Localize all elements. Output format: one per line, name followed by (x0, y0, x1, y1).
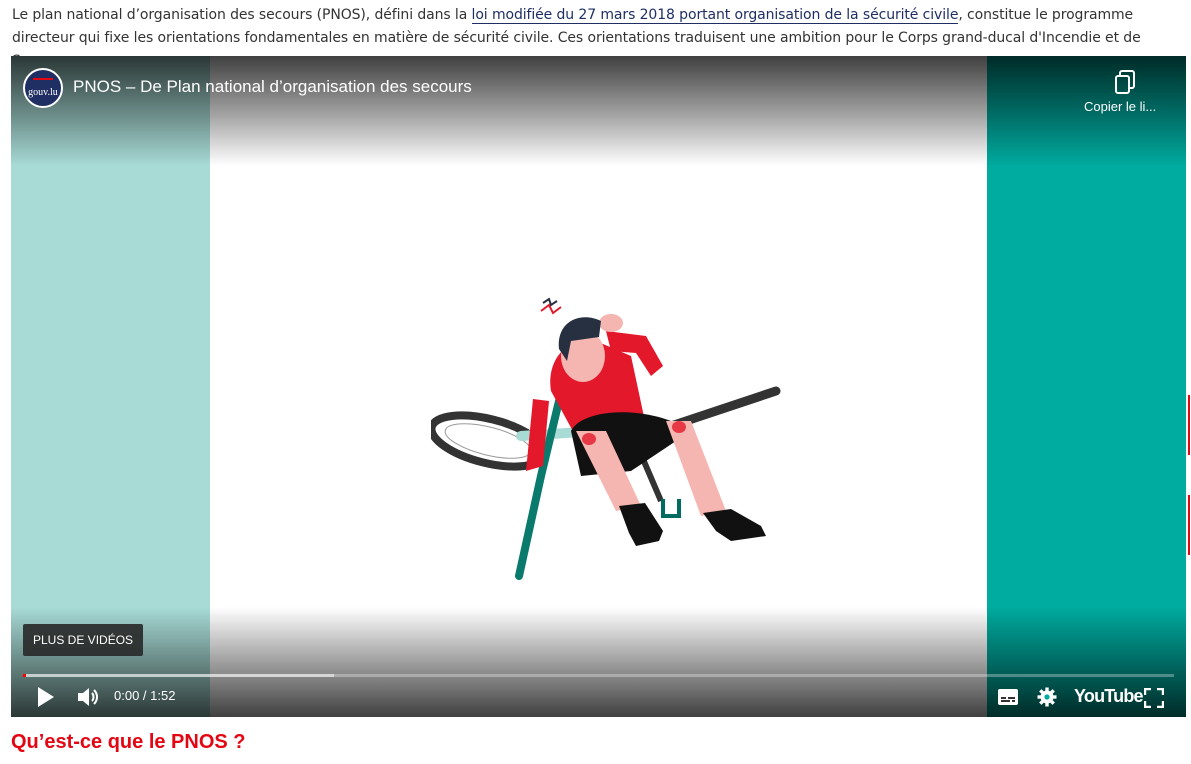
settings-icon[interactable] (1037, 687, 1057, 707)
video-title[interactable]: PNOS – De Plan national d’organisation d… (73, 77, 472, 97)
time-display: 0:00 / 1:52 (114, 688, 176, 703)
youtube-logo[interactable]: YouTube (1074, 686, 1144, 707)
cyclist-fall-illustration (431, 297, 781, 580)
intro-text-before: Le plan national d’organisation des seco… (12, 7, 472, 23)
top-gradient (11, 56, 1186, 166)
channel-logo-text: gouv.lu (28, 87, 58, 98)
subtitles-icon[interactable] (997, 688, 1019, 706)
copy-icon (1115, 70, 1135, 94)
progress-buffered (23, 674, 334, 677)
law-link[interactable]: loi modifiée du 27 mars 2018 portant org… (471, 7, 958, 24)
progress-played (23, 674, 26, 677)
channel-avatar[interactable]: gouv.lu (23, 68, 63, 108)
play-icon[interactable] (37, 686, 55, 708)
video-player[interactable]: gouv.lu PNOS – De Plan national d’organi… (11, 56, 1186, 717)
more-videos-button[interactable]: PLUS DE VIDÉOS (23, 624, 144, 656)
fullscreen-icon[interactable] (1144, 688, 1164, 708)
volume-icon[interactable] (77, 686, 101, 708)
logo-stripe (33, 78, 53, 80)
edge-mark (1188, 495, 1190, 555)
edge-mark (1188, 395, 1190, 455)
copy-link-label: Copier le li... (1084, 99, 1157, 114)
section-heading: Qu’est-ce que le PNOS ? (11, 731, 246, 753)
progress-bar[interactable] (23, 674, 1174, 677)
copy-link-button[interactable]: Copier le li... (1075, 68, 1175, 118)
